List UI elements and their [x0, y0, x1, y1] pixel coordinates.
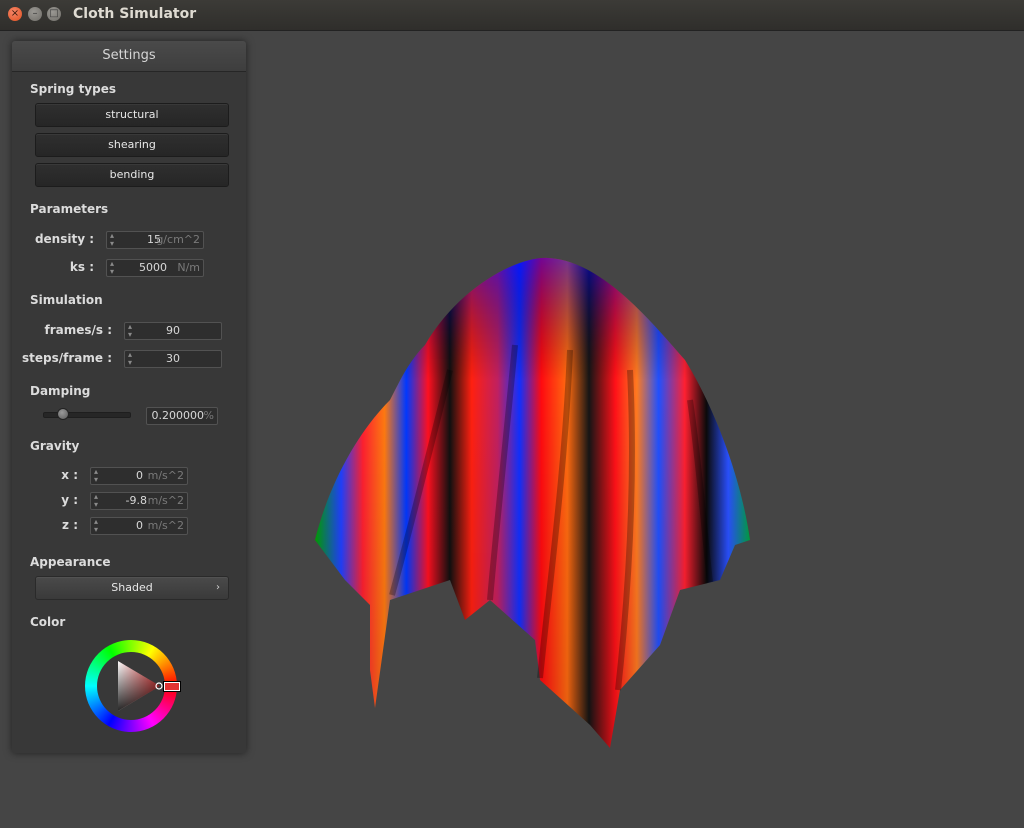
appearance-heading: Appearance — [30, 555, 111, 569]
title-bar: × – □ Cloth Simulator — [0, 0, 1024, 31]
fps-label: frames/s : — [44, 323, 112, 337]
ks-value: 5000 — [139, 261, 167, 274]
steps-label: steps/frame : — [22, 351, 112, 365]
damping-heading: Damping — [30, 384, 91, 398]
bending-button[interactable]: bending — [35, 163, 229, 187]
close-window-button[interactable]: × — [8, 7, 22, 21]
window-title: Cloth Simulator — [73, 6, 197, 22]
gravity-y-label: y : — [61, 493, 78, 507]
appearance-selected: Shaded — [111, 581, 153, 594]
gravity-x-unit: m/s^2 — [147, 469, 184, 482]
gravity-x-label: x : — [61, 468, 78, 482]
gravity-x-field[interactable]: ▴ ▾ 0 m/s^2 — [90, 467, 188, 485]
parameters-heading: Parameters — [30, 202, 109, 216]
gravity-y-field[interactable]: ▴ ▾ -9.8 m/s^2 — [90, 492, 188, 510]
ks-unit: N/m — [177, 261, 200, 274]
fps-field[interactable]: ▴ ▾ 90 — [124, 322, 222, 340]
damping-slider-handle[interactable] — [57, 408, 69, 420]
spinner-icon[interactable]: ▴ ▾ — [94, 518, 98, 534]
spring-types-heading: Spring types — [30, 82, 117, 96]
maximize-icon: □ — [49, 8, 59, 19]
fps-value: 90 — [166, 324, 180, 337]
gravity-y-unit: m/s^2 — [147, 494, 184, 507]
minimize-icon: – — [32, 8, 38, 19]
selected-color-swatch[interactable] — [163, 681, 181, 692]
damping-unit: % — [203, 409, 214, 422]
gravity-z-unit: m/s^2 — [147, 519, 184, 532]
appearance-dropdown[interactable]: Shaded › — [35, 576, 229, 600]
maximize-window-button[interactable]: □ — [47, 7, 61, 21]
gravity-z-value: 0 — [136, 519, 143, 532]
structural-button[interactable]: structural — [35, 103, 229, 127]
density-label: density : — [34, 232, 94, 246]
settings-panel-title[interactable]: Settings — [12, 41, 246, 72]
spinner-icon[interactable]: ▴ ▾ — [110, 260, 114, 276]
gravity-x-value: 0 — [136, 469, 143, 482]
ks-field[interactable]: ▴ ▾ 5000 N/m — [106, 259, 204, 277]
damping-value: 0.200000 — [151, 409, 205, 422]
simulation-heading: Simulation — [30, 293, 103, 307]
gravity-heading: Gravity — [30, 439, 80, 453]
close-icon: × — [10, 8, 20, 19]
steps-value: 30 — [166, 352, 180, 365]
spinner-icon[interactable]: ▴ ▾ — [94, 493, 98, 509]
chevron-right-icon: › — [216, 582, 220, 593]
damping-field[interactable]: 0.200000 % — [146, 407, 218, 425]
cloth-render[interactable] — [300, 250, 760, 760]
gravity-z-label: z : — [62, 518, 78, 532]
density-field[interactable]: ▴ ▾ 15 g/cm^2 — [106, 231, 204, 249]
density-unit: g/cm^2 — [156, 233, 200, 246]
shearing-button[interactable]: shearing — [35, 133, 229, 157]
gravity-z-field[interactable]: ▴ ▾ 0 m/s^2 — [90, 517, 188, 535]
spinner-icon[interactable]: ▴ ▾ — [110, 232, 114, 248]
color-heading: Color — [30, 615, 66, 629]
ks-label: ks : — [69, 260, 94, 274]
minimize-window-button[interactable]: – — [28, 7, 42, 21]
steps-field[interactable]: ▴ ▾ 30 — [124, 350, 222, 368]
spinner-icon[interactable]: ▴ ▾ — [94, 468, 98, 484]
gravity-y-value: -9.8 — [125, 494, 147, 507]
